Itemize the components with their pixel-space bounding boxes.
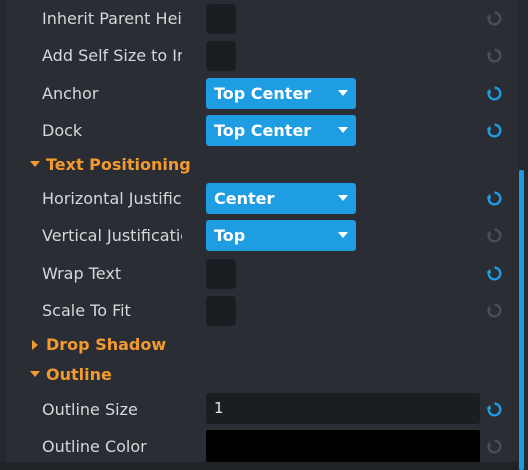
add-self-size-checkbox[interactable] bbox=[206, 41, 236, 71]
dropdown-caret-icon bbox=[338, 232, 348, 238]
reset-icon[interactable] bbox=[486, 122, 503, 139]
vertical-justification-value: Top bbox=[214, 226, 246, 245]
section-drop-shadow[interactable]: Drop Shadow bbox=[0, 330, 518, 360]
anchor-dropdown[interactable]: Top Center bbox=[206, 78, 356, 109]
section-title: Outline bbox=[46, 365, 112, 384]
row-horizontal-justification: Horizontal Justific Center bbox=[0, 180, 518, 217]
scrollbar-thumb[interactable] bbox=[519, 170, 524, 470]
row-scale-to-fit: Scale To Fit bbox=[0, 292, 518, 329]
section-title: Drop Shadow bbox=[46, 335, 167, 354]
row-dock: Dock Top Center bbox=[0, 112, 518, 149]
inherit-parent-height-label: Inherit Parent Heig bbox=[42, 9, 182, 28]
dropdown-caret-icon bbox=[338, 195, 348, 201]
row-outline-color: Outline Color bbox=[0, 428, 518, 465]
outline-color-swatch[interactable] bbox=[206, 430, 480, 462]
row-outline-size: Outline Size 1 bbox=[0, 391, 518, 428]
caret-down-icon bbox=[30, 161, 40, 167]
inherit-parent-height-checkbox[interactable] bbox=[206, 4, 236, 34]
section-title: Text Positioning bbox=[46, 155, 191, 174]
scale-to-fit-checkbox[interactable] bbox=[206, 296, 236, 326]
horizontal-justification-value: Center bbox=[214, 189, 275, 208]
caret-right-icon bbox=[32, 340, 38, 350]
vertical-justification-label: Vertical Justificatio bbox=[42, 226, 182, 245]
dropdown-caret-icon bbox=[338, 127, 348, 133]
outline-size-input[interactable]: 1 bbox=[206, 393, 480, 424]
section-text-positioning[interactable]: Text Positioning bbox=[0, 150, 518, 180]
scale-to-fit-label: Scale To Fit bbox=[42, 301, 131, 320]
horizontal-justification-label: Horizontal Justific bbox=[42, 189, 182, 208]
reset-icon[interactable] bbox=[486, 438, 503, 455]
reset-icon[interactable] bbox=[486, 227, 503, 244]
reset-icon[interactable] bbox=[486, 265, 503, 282]
dock-dropdown[interactable]: Top Center bbox=[206, 115, 356, 146]
row-inherit-parent-height: Inherit Parent Heig bbox=[0, 0, 518, 37]
dropdown-caret-icon bbox=[338, 90, 348, 96]
row-anchor: Anchor Top Center bbox=[0, 75, 518, 112]
dock-dropdown-value: Top Center bbox=[214, 121, 312, 140]
outline-size-label: Outline Size bbox=[42, 400, 138, 419]
row-wrap-text: Wrap Text bbox=[0, 255, 518, 292]
properties-panel: Inherit Parent Heig Add Self Size to Inl… bbox=[0, 0, 518, 470]
horizontal-justification-dropdown[interactable]: Center bbox=[206, 183, 356, 214]
outline-size-value: 1 bbox=[214, 399, 224, 417]
reset-icon[interactable] bbox=[486, 10, 503, 27]
reset-icon[interactable] bbox=[486, 85, 503, 102]
outline-color-label: Outline Color bbox=[42, 437, 147, 456]
bottom-bar bbox=[0, 462, 518, 470]
anchor-dropdown-value: Top Center bbox=[214, 84, 312, 103]
anchor-label: Anchor bbox=[42, 84, 99, 103]
wrap-text-label: Wrap Text bbox=[42, 264, 122, 283]
caret-down-icon bbox=[30, 371, 40, 377]
reset-icon[interactable] bbox=[486, 47, 503, 64]
row-add-self-size: Add Self Size to Inl bbox=[0, 37, 518, 74]
reset-icon[interactable] bbox=[486, 302, 503, 319]
reset-icon[interactable] bbox=[486, 401, 503, 418]
wrap-text-checkbox[interactable] bbox=[206, 259, 236, 289]
dock-label: Dock bbox=[42, 121, 83, 140]
reset-icon[interactable] bbox=[486, 190, 503, 207]
section-outline[interactable]: Outline bbox=[0, 360, 518, 390]
add-self-size-label: Add Self Size to Inl bbox=[42, 46, 182, 65]
row-vertical-justification: Vertical Justificatio Top bbox=[0, 217, 518, 254]
vertical-justification-dropdown[interactable]: Top bbox=[206, 220, 356, 251]
